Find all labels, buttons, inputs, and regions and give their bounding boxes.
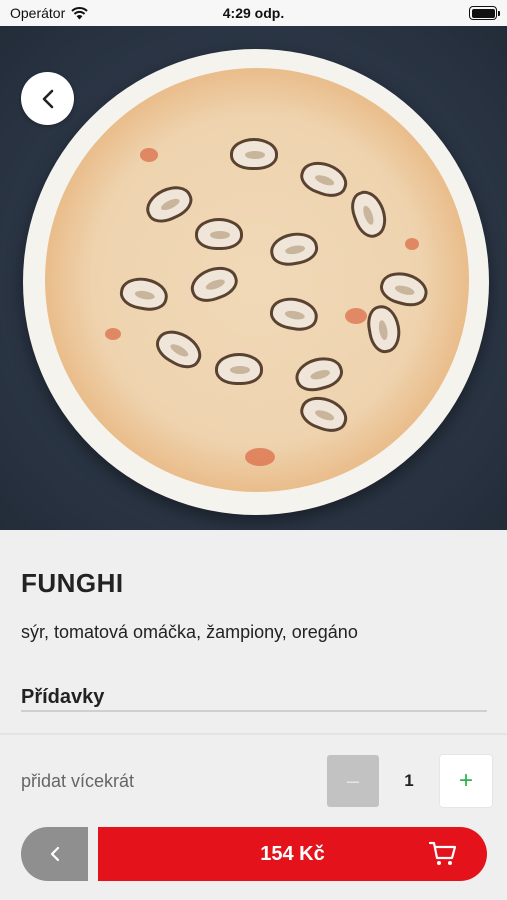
carrier-name: Operátor — [10, 5, 66, 21]
quantity-label: přidat vícekrát — [21, 771, 135, 791]
bottom-back-button[interactable] — [21, 827, 88, 881]
wifi-icon — [71, 6, 88, 19]
extras-divider — [21, 710, 487, 712]
carrier-info: Operátor — [10, 5, 88, 21]
cart-icon — [429, 841, 457, 865]
increase-button[interactable]: + — [440, 755, 492, 807]
quantity-stepper: přidat vícekrát – 1 + — [0, 755, 507, 807]
extras-title: Přídavky — [21, 686, 105, 708]
divider — [0, 733, 507, 735]
chevron-left-icon — [50, 846, 59, 862]
product-image — [0, 26, 507, 530]
bottom-action-bar: 154 Kč — [21, 827, 487, 881]
decrease-button[interactable]: – — [327, 755, 379, 807]
battery-icon — [469, 6, 500, 20]
pizza-image — [45, 68, 469, 492]
price-label: 154 Kč — [260, 842, 325, 865]
back-button[interactable] — [21, 72, 74, 125]
product-title: FUNGHI — [21, 568, 124, 598]
chevron-left-icon — [42, 89, 53, 108]
quantity-value: 1 — [404, 771, 414, 790]
product-description: sýr, tomatová omáčka, žampiony, oregáno — [21, 622, 358, 642]
status-bar: Operátor 4:29 odp. — [0, 0, 507, 26]
add-to-cart-button[interactable]: 154 Kč — [98, 827, 487, 881]
